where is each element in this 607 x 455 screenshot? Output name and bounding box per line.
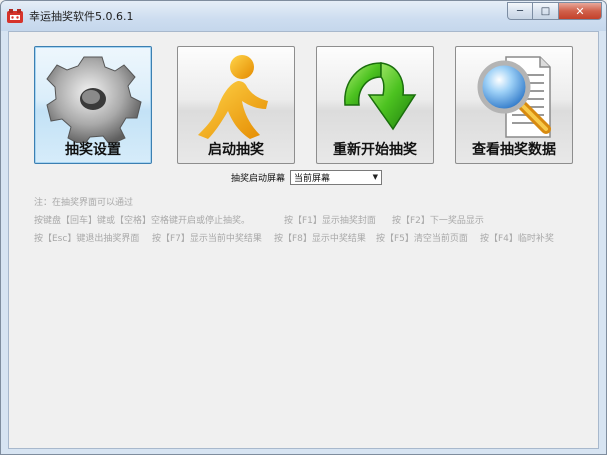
window-title: 幸运抽奖软件5.0.6.1 — [29, 10, 134, 23]
screen-select-value: 当前屏幕 — [294, 173, 331, 184]
minimize-icon: ─ — [516, 5, 524, 17]
maximize-button[interactable]: □ — [533, 2, 559, 20]
lottery-settings-label: 抽奖设置 — [65, 142, 121, 158]
close-icon: ✕ — [575, 4, 585, 18]
hint-f1: 按【F1】显示抽奖封面 — [284, 216, 376, 226]
restart-lottery-button[interactable]: 重新开始抽奖 — [316, 46, 434, 164]
start-lottery-label: 启动抽奖 — [208, 142, 264, 158]
magnifier-document-icon — [477, 56, 551, 138]
chevron-down-icon: ▼ — [372, 173, 379, 181]
hint-line-2: 按键盘【回车】键或【空格】空格键开启或停止抽奖。 按【F1】显示抽奖封面 按【F… — [34, 213, 594, 226]
minimize-button[interactable]: ─ — [507, 2, 533, 20]
hint-f7: 按【F7】显示当前中奖结果 — [152, 234, 262, 244]
gear-icon — [46, 56, 142, 143]
hint-note: 注：在抽奖界面可以通过 — [34, 198, 134, 208]
app-icon — [7, 9, 23, 23]
window-controls: ─ □ ✕ — [507, 2, 602, 21]
close-button[interactable]: ✕ — [559, 2, 602, 20]
hint-esc: 按【Esc】键退出抽奖界面 — [34, 234, 140, 244]
view-lottery-data-label: 查看抽奖数据 — [472, 142, 556, 158]
screen-select-label: 抽奖启动屏幕 — [231, 173, 286, 184]
view-lottery-data-button[interactable]: 查看抽奖数据 — [455, 46, 573, 164]
hint-line-3: 按【Esc】键退出抽奖界面 按【F7】显示当前中奖结果 按【F8】显示中奖结果 … — [34, 231, 594, 244]
hint-f5: 按【F5】清空当前页面 — [376, 234, 468, 244]
screen-select[interactable]: 当前屏幕 ▼ — [290, 169, 383, 185]
main-panel: 抽奖设置 启动抽奖 重新开始抽奖 查看抽奖数据 抽奖启动屏幕 当前屏幕 ▼ 注：… — [8, 31, 599, 449]
maximize-icon: □ — [540, 5, 551, 17]
screen-select-row: 抽奖启动屏幕 当前屏幕 ▼ — [231, 169, 383, 185]
lottery-settings-button[interactable]: 抽奖设置 — [34, 46, 152, 164]
green-arrow-icon — [344, 62, 417, 131]
hint-f8: 按【F8】显示中奖结果 — [274, 234, 366, 244]
restart-lottery-label: 重新开始抽奖 — [333, 142, 417, 158]
app-window: 幸运抽奖软件5.0.6.1 ─ □ ✕ 抽奖设置 启动抽奖 重新开始抽奖 查看抽… — [0, 0, 607, 455]
hint-f2: 按【F2】下一奖品显示 — [392, 216, 484, 226]
running-person-icon — [198, 55, 268, 139]
hint-enter-space: 按键盘【回车】键或【空格】空格键开启或停止抽奖。 — [34, 216, 251, 226]
hint-f4: 按【F4】临时补奖 — [480, 234, 554, 244]
title-bar[interactable]: 幸运抽奖软件5.0.6.1 ─ □ ✕ — [1, 1, 606, 31]
start-lottery-button[interactable]: 启动抽奖 — [177, 46, 295, 164]
